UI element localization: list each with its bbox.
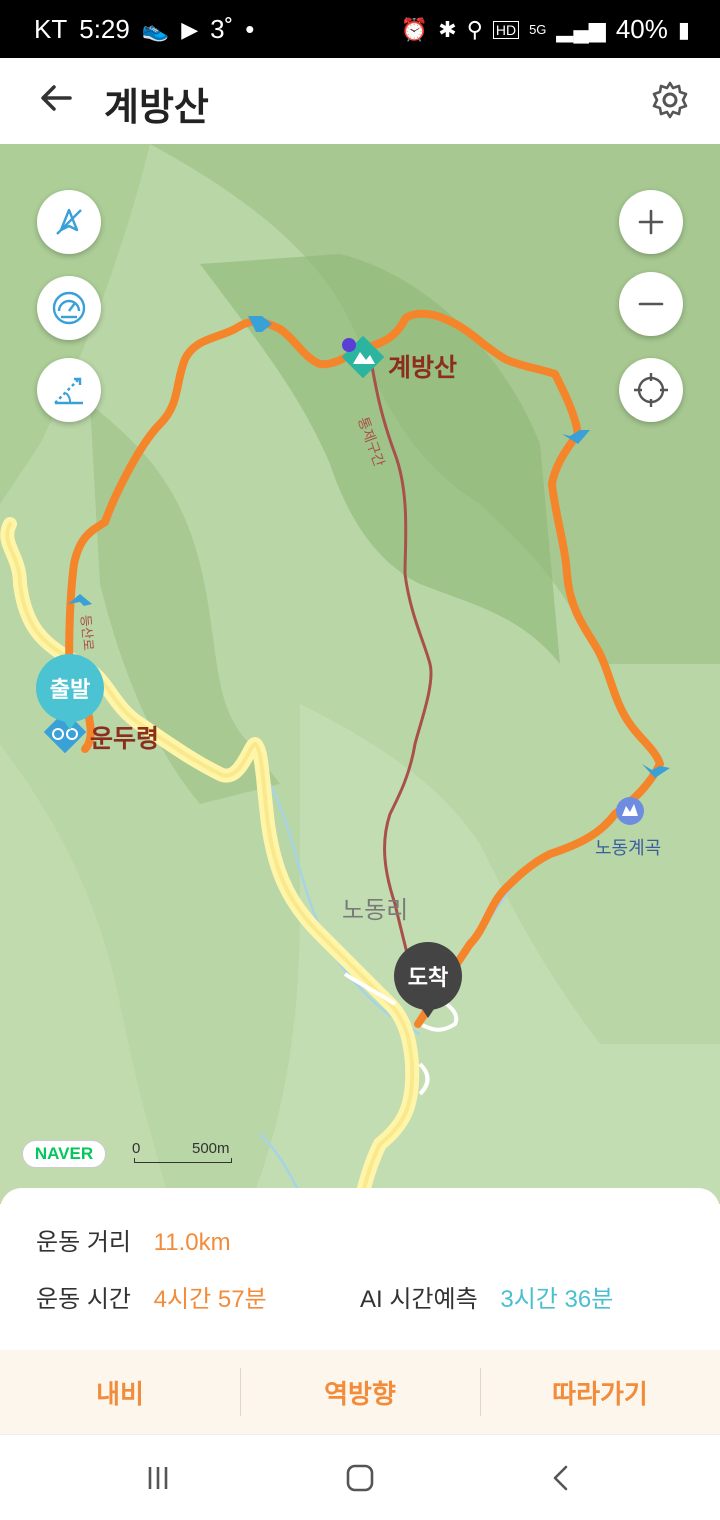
recent-apps-button[interactable] [138, 1458, 178, 1498]
peak-label: 계방산 [388, 354, 458, 382]
distance-label: 운동 거리 [36, 1229, 131, 1256]
network-type: 5G [529, 22, 547, 37]
village-label: 노동리 [342, 897, 409, 924]
valley-label: 노동계곡 [595, 838, 662, 858]
locate-button[interactable] [619, 358, 683, 422]
temperature: 3˚ [210, 14, 234, 44]
zoom-out-button[interactable] [619, 272, 683, 336]
zoom-in-button[interactable] [619, 190, 683, 254]
elevation-icon [54, 377, 83, 405]
scale-bar [134, 1158, 232, 1163]
elevation-button[interactable] [37, 358, 101, 422]
system-nav-bar [0, 1436, 720, 1520]
follow-button[interactable]: 따라가기 [480, 1350, 720, 1434]
signal-icon: ▂▄▆ [556, 16, 606, 42]
valley-marker [616, 797, 644, 825]
speed-button[interactable] [37, 276, 101, 340]
gear-icon [652, 81, 688, 119]
alarm-icon: ⏰ [400, 16, 429, 42]
clock: 5:29 [79, 14, 130, 44]
action-bar: 내비 역방향 따라가기 [0, 1350, 720, 1435]
naver-logo: NAVER [22, 1140, 106, 1168]
home-button[interactable] [340, 1458, 380, 1498]
map-view[interactable]: 계방산 운두령 노동계곡 노동리 통제구간 등산로 출발 도착 NAVER 0 … [0, 144, 720, 1204]
compass-toggle-button[interactable] [37, 190, 101, 254]
bluetooth-icon: ✱ [438, 16, 457, 42]
settings-button[interactable] [650, 80, 690, 120]
hd-badge: HD [492, 20, 520, 39]
start-place-label: 운두령 [90, 725, 160, 753]
scale-zero: 0 [132, 1140, 141, 1157]
notification-dot: • [245, 14, 255, 44]
time-value: 4시간 57분 [153, 1286, 267, 1313]
scale-distance: 500m [192, 1140, 230, 1157]
reverse-button[interactable]: 역방향 [240, 1350, 480, 1434]
map-scale: 0 500m [132, 1140, 232, 1163]
route-info-panel: 운동 거리 11.0km 운동 시간 4시간 57분 AI 시간예측 3시간 3… [0, 1188, 720, 1350]
map-canvas [0, 144, 720, 1204]
distance-row: 운동 거리 11.0km [36, 1222, 231, 1257]
end-pin[interactable]: 도착 [394, 942, 462, 1018]
distance-value: 11.0km [153, 1229, 231, 1256]
arrow-left-icon [41, 85, 72, 111]
app-header: 계방산 [0, 58, 720, 144]
shoe-icon: 👟 [141, 16, 170, 42]
battery-percent: 40% [615, 14, 668, 44]
locate-icon [634, 373, 668, 407]
speed-gauge-icon [52, 291, 86, 325]
recent-apps-icon [148, 1467, 168, 1489]
start-pin[interactable]: 출발 [36, 654, 104, 730]
battery-icon: ▮ [677, 16, 690, 42]
ai-prediction-label: AI 시간예측 [360, 1286, 478, 1313]
page-title: 계방산 [104, 87, 209, 129]
carrier: KT [34, 14, 68, 44]
status-bar: KT 5:29 👟 ▶ 3˚ • ⏰ ✱ ⚲ HD 5G ▂▄▆ 40% ▮ [0, 0, 720, 58]
ai-prediction-value: 3시간 36분 [500, 1286, 614, 1313]
time-row: 운동 시간 4시간 57분 [36, 1279, 267, 1314]
home-icon [346, 1464, 374, 1492]
time-label: 운동 시간 [36, 1286, 131, 1313]
youtube-icon: ▶ [181, 16, 199, 42]
location-icon: ⚲ [466, 16, 483, 42]
nav-back-button[interactable] [542, 1458, 582, 1498]
zoom-in-icon [638, 209, 664, 235]
zoom-out-icon [638, 302, 664, 306]
ai-prediction-row: AI 시간예측 3시간 36분 [360, 1279, 613, 1314]
back-button[interactable] [36, 78, 82, 124]
back-icon [553, 1465, 568, 1491]
navi-button[interactable]: 내비 [0, 1350, 240, 1434]
compass-off-icon [56, 208, 82, 235]
trail-label: 등산로 [78, 614, 97, 652]
